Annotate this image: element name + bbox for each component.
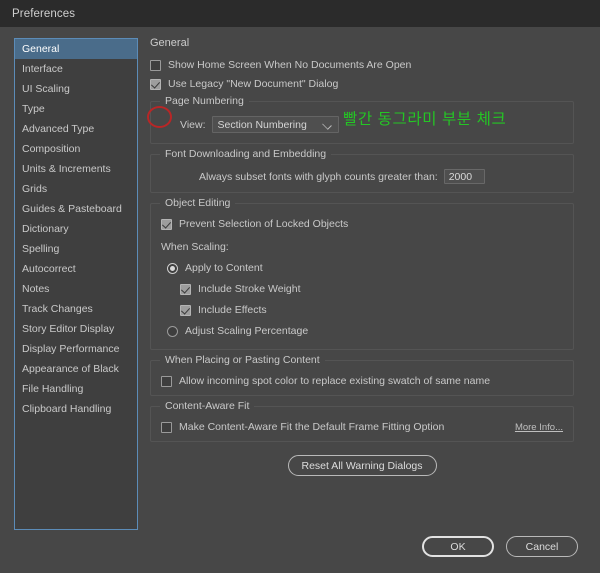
sidebar-item-grids[interactable]: Grids xyxy=(15,179,137,199)
adjust-scaling-percentage-label: Adjust Scaling Percentage xyxy=(185,325,309,337)
apply-to-content-radio[interactable] xyxy=(167,262,178,274)
sidebar-item-appearance-of-black[interactable]: Appearance of Black xyxy=(15,359,137,379)
preferences-category-list[interactable]: General Interface UI Scaling Type Advanc… xyxy=(14,38,138,530)
include-stroke-weight-label: Include Stroke Weight xyxy=(198,283,301,295)
sidebar-item-spelling[interactable]: Spelling xyxy=(15,239,137,259)
include-stroke-weight-row[interactable]: Include Stroke Weight xyxy=(180,283,563,295)
sidebar-item-track-changes[interactable]: Track Changes xyxy=(15,299,137,319)
sidebar-item-story-editor-display[interactable]: Story Editor Display xyxy=(15,319,137,339)
sidebar-item-dictionary[interactable]: Dictionary xyxy=(15,219,137,239)
when-scaling-label-row: When Scaling: xyxy=(161,241,563,253)
prevent-selection-checkbox[interactable] xyxy=(161,218,172,230)
allow-spot-color-checkbox[interactable] xyxy=(161,375,172,387)
content-aware-fit-row[interactable]: Make Content-Aware Fit the Default Frame… xyxy=(161,421,563,433)
content-aware-fit-check-wrap[interactable]: Make Content-Aware Fit the Default Frame… xyxy=(161,421,444,433)
chevron-down-icon xyxy=(321,120,332,130)
sidebar-item-label: Clipboard Handling xyxy=(22,403,112,415)
page-numbering-view-value: Section Numbering xyxy=(217,118,307,131)
sidebar-item-label: Advanced Type xyxy=(22,123,95,135)
sidebar-item-general[interactable]: General xyxy=(15,39,137,59)
sidebar-item-label: General xyxy=(22,43,60,55)
content-aware-fit-group-label: Content-Aware Fit xyxy=(160,400,255,412)
adjust-scaling-percentage-row[interactable]: Adjust Scaling Percentage xyxy=(167,325,563,337)
sidebar-item-label: Interface xyxy=(22,63,63,75)
include-effects-label: Include Effects xyxy=(198,304,267,316)
show-home-screen-row[interactable]: Show Home Screen When No Documents Are O… xyxy=(150,59,574,71)
window-title: Preferences xyxy=(12,7,76,20)
sidebar-item-label: Notes xyxy=(22,283,50,295)
use-legacy-dialog-row[interactable]: Use Legacy "New Document" Dialog xyxy=(150,78,574,90)
show-home-screen-checkbox[interactable] xyxy=(150,59,161,71)
use-legacy-dialog-label: Use Legacy "New Document" Dialog xyxy=(168,78,339,90)
font-subset-value: 2000 xyxy=(448,170,473,183)
sidebar-item-display-performance[interactable]: Display Performance xyxy=(15,339,137,359)
general-preferences-panel: General Show Home Screen When No Documen… xyxy=(150,37,574,476)
placing-pasting-group: When Placing or Pasting Content Allow in… xyxy=(150,354,574,396)
font-downloading-group-label: Font Downloading and Embedding xyxy=(160,148,332,160)
page-numbering-view-label: View: xyxy=(180,118,206,131)
page-title: General xyxy=(150,37,190,49)
font-subset-input[interactable]: 2000 xyxy=(443,169,485,184)
font-subset-label: Always subset fonts with glyph counts gr… xyxy=(199,170,438,183)
sidebar-item-autocorrect[interactable]: Autocorrect xyxy=(15,259,137,279)
sidebar-item-advanced-type[interactable]: Advanced Type xyxy=(15,119,137,139)
reset-all-warning-dialogs-button[interactable]: Reset All Warning Dialogs xyxy=(287,455,437,476)
sidebar-item-units-increments[interactable]: Units & Increments xyxy=(15,159,137,179)
sidebar-item-label: UI Scaling xyxy=(22,83,70,95)
preferences-dialog-body: General Interface UI Scaling Type Advanc… xyxy=(0,27,600,573)
cancel-button[interactable]: Cancel xyxy=(506,536,578,557)
placing-pasting-group-label: When Placing or Pasting Content xyxy=(160,354,325,366)
when-scaling-label: When Scaling: xyxy=(161,241,229,253)
sidebar-item-label: Grids xyxy=(22,183,48,195)
show-home-screen-label: Show Home Screen When No Documents Are O… xyxy=(168,59,412,71)
ok-button[interactable]: OK xyxy=(422,536,494,557)
sidebar-item-label: Guides & Pasteboard xyxy=(22,203,122,215)
prevent-selection-label: Prevent Selection of Locked Objects xyxy=(179,218,349,230)
dialog-footer: OK Cancel xyxy=(422,536,578,557)
allow-spot-color-label: Allow incoming spot color to replace exi… xyxy=(179,375,491,387)
font-downloading-group: Font Downloading and Embedding Always su… xyxy=(150,148,574,193)
more-info-link[interactable]: More Info... xyxy=(515,422,563,433)
object-editing-group-label: Object Editing xyxy=(160,197,236,209)
content-aware-fit-label: Make Content-Aware Fit the Default Frame… xyxy=(179,421,445,433)
sidebar-item-label: Dictionary xyxy=(22,223,69,235)
content-aware-fit-checkbox[interactable] xyxy=(161,421,172,433)
include-effects-row[interactable]: Include Effects xyxy=(180,304,563,316)
sidebar-item-label: File Handling xyxy=(22,383,84,395)
sidebar-item-file-handling[interactable]: File Handling xyxy=(15,379,137,399)
prevent-selection-row[interactable]: Prevent Selection of Locked Objects xyxy=(161,218,563,230)
sidebar-item-label: Spelling xyxy=(22,243,60,255)
window-titlebar: Preferences xyxy=(0,0,600,27)
object-editing-group: Object Editing Prevent Selection of Lock… xyxy=(150,197,574,350)
korean-note-annotation: 빨간 동그라미 부분 체크 xyxy=(343,111,507,128)
sidebar-item-label: Story Editor Display xyxy=(22,323,115,335)
sidebar-item-label: Display Performance xyxy=(22,343,120,355)
sidebar-item-guides-pasteboard[interactable]: Guides & Pasteboard xyxy=(15,199,137,219)
include-stroke-weight-checkbox[interactable] xyxy=(180,283,191,295)
sidebar-item-label: Composition xyxy=(22,143,81,155)
sidebar-item-clipboard-handling[interactable]: Clipboard Handling xyxy=(15,399,137,419)
content-aware-fit-group: Content-Aware Fit Make Content-Aware Fit… xyxy=(150,400,574,442)
sidebar-item-label: Appearance of Black xyxy=(22,363,119,375)
include-effects-checkbox[interactable] xyxy=(180,304,191,316)
sidebar-item-label: Track Changes xyxy=(22,303,93,315)
adjust-scaling-percentage-radio[interactable] xyxy=(167,325,178,337)
page-numbering-view-select[interactable]: Section Numbering xyxy=(211,116,339,133)
apply-to-content-label: Apply to Content xyxy=(185,262,263,274)
sidebar-item-label: Units & Increments xyxy=(22,163,111,175)
sidebar-item-label: Autocorrect xyxy=(22,263,76,275)
sidebar-item-type[interactable]: Type xyxy=(15,99,137,119)
apply-to-content-row[interactable]: Apply to Content xyxy=(167,262,563,274)
font-subset-row: Always subset fonts with glyph counts gr… xyxy=(199,169,563,184)
reset-warning-dialogs-wrap: Reset All Warning Dialogs xyxy=(150,455,574,476)
sidebar-item-notes[interactable]: Notes xyxy=(15,279,137,299)
sidebar-item-label: Type xyxy=(22,103,45,115)
use-legacy-dialog-checkbox[interactable] xyxy=(150,78,161,90)
sidebar-item-composition[interactable]: Composition xyxy=(15,139,137,159)
page-numbering-group-label: Page Numbering xyxy=(160,95,249,107)
sidebar-item-ui-scaling[interactable]: UI Scaling xyxy=(15,79,137,99)
sidebar-item-interface[interactable]: Interface xyxy=(15,59,137,79)
allow-spot-color-row[interactable]: Allow incoming spot color to replace exi… xyxy=(161,375,563,387)
